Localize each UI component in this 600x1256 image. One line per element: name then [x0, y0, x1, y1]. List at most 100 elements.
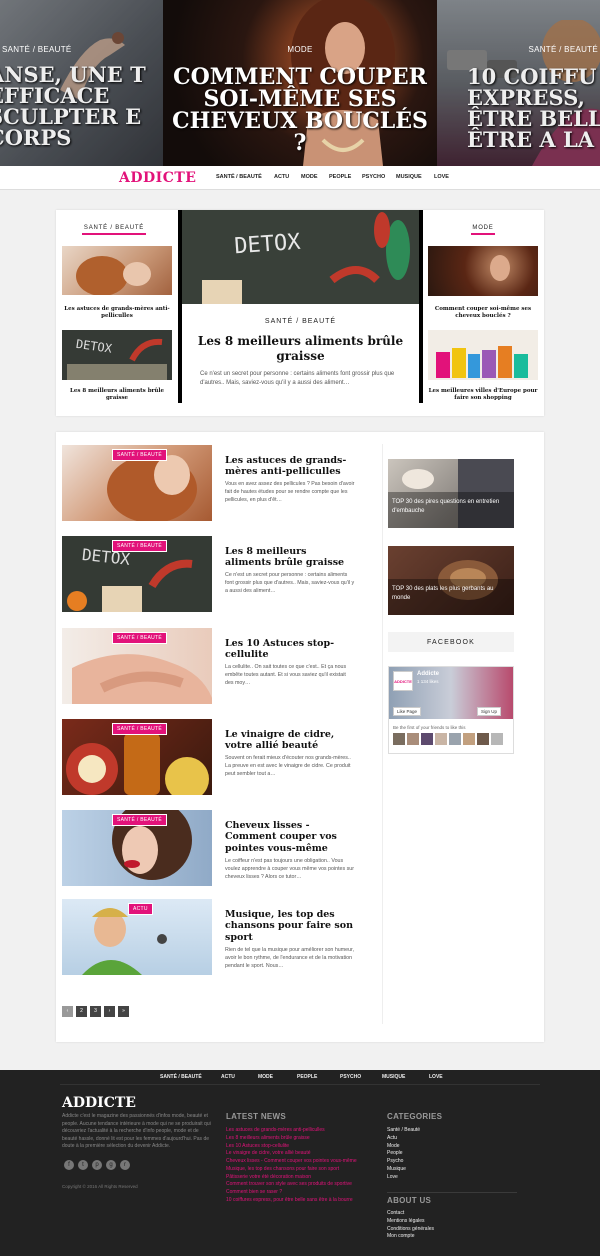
footer-nav-love[interactable]: LOVE [429, 1074, 443, 1080]
featured-main-category: SANTÉ / BEAUTÉ [264, 318, 337, 325]
latest-news-link[interactable]: Les 10 Astuces stop-cellulite [226, 1143, 366, 1151]
hero-slide-center[interactable]: MODE COMMENT COUPER SOI-MÊME SES CHEVEUX… [163, 0, 437, 166]
nav-item-people[interactable]: PEOPLE [329, 174, 351, 180]
pagination-last[interactable]: » [118, 1006, 129, 1017]
category-badge[interactable]: SANTÉ / BEAUTÉ [112, 632, 168, 644]
pagination-next[interactable]: › [104, 1006, 115, 1017]
pagination-page-2[interactable]: 2 [76, 1006, 87, 1017]
post-excerpt: Rien de tel que la musique pour améliore… [225, 947, 354, 969]
latest-news-link[interactable]: Le vinaigre de cidre, votre allié beauté [226, 1150, 366, 1158]
twitter-icon[interactable]: t [78, 1160, 88, 1170]
category-link[interactable]: Psycho [387, 1158, 420, 1166]
rss-icon[interactable]: r [120, 1160, 130, 1170]
featured-right-caption-2[interactable]: Les meilleures villes d'Europe pour fair… [428, 388, 538, 402]
category-badge[interactable]: SANTÉ / BEAUTÉ [112, 540, 168, 552]
sidebar-post-title[interactable]: TOP 30 des pires questions en entretien … [388, 492, 514, 528]
post-title[interactable]: Cheveux lisses - Comment couper vos poin… [225, 820, 355, 854]
hero-left-title[interactable]: ANSE, UNE T EFFICACE SCULPTER E CORPS [0, 64, 163, 148]
list-item[interactable]: SANTÉ / BEAUTÉ Le vinaigre de cidre, vot… [62, 719, 380, 795]
list-item[interactable]: DETOX SANTÉ / BEAUTÉ Les 8 meilleurs ali… [62, 536, 380, 612]
latest-news-link[interactable]: 10 coiffures express, pour être belle sa… [226, 1197, 366, 1205]
footer-nav-people[interactable]: PEOPLE [297, 1074, 317, 1080]
latest-news-link[interactable]: Comment bien se raser ? [226, 1189, 366, 1197]
category-badge[interactable]: SANTÉ / BEAUTÉ [112, 814, 168, 826]
nav-item-mode[interactable]: MODE [301, 174, 318, 180]
featured-right-caption-1[interactable]: Comment couper soi-même ses cheveux bouc… [428, 306, 538, 320]
footer-logo[interactable]: ADDICTE [62, 1095, 136, 1111]
category-badge[interactable]: SANTÉ / BEAUTÉ [112, 449, 168, 461]
sidebar-post-1[interactable]: TOP 30 des pires questions en entretien … [388, 459, 514, 528]
latest-news-link[interactable]: Musique, les top des chansons pour faire… [226, 1166, 366, 1174]
hero-right-title[interactable]: 10 COIFFU EXPRESS, ÊTRE BELL ÊTRE A LA B [467, 66, 600, 150]
facebook-signup-button[interactable]: Sign Up [477, 707, 502, 716]
latest-news-link[interactable]: Comment trouver son style avec ses produ… [226, 1181, 366, 1189]
list-item[interactable]: SANTÉ / BEAUTÉ Cheveux lisses - Comment … [62, 810, 380, 886]
category-link[interactable]: Love [387, 1174, 420, 1182]
google-plus-icon[interactable]: g [106, 1160, 116, 1170]
footer-nav-psycho[interactable]: PSYCHO [340, 1074, 361, 1080]
footer-nav-actu[interactable]: ACTU [221, 1074, 235, 1080]
featured-main-title[interactable]: Les 8 meilleurs aliments brûle graisse [192, 334, 409, 364]
hero-slide-right[interactable]: SANTÉ / BEAUTÉ 10 COIFFU EXPRESS, ÊTRE B… [437, 0, 600, 166]
category-link[interactable]: Actu [387, 1135, 420, 1143]
featured-right-thumb-1[interactable] [428, 246, 538, 296]
latest-news-link[interactable]: Pâtisserie votre été décoration maison [226, 1174, 366, 1182]
pagination-page-3[interactable]: 3 [90, 1006, 101, 1017]
about-link[interactable]: Conditions générales [387, 1226, 434, 1234]
list-item[interactable]: ACTU Musique, les top des chansons pour … [62, 899, 380, 975]
facebook-like-button[interactable]: Like Page [393, 707, 422, 716]
list-item[interactable]: SANTÉ / BEAUTÉ Les astuces de grands-mèr… [62, 445, 380, 521]
post-image-6: ACTU [62, 899, 212, 975]
list-item[interactable]: SANTÉ / BEAUTÉ Les 10 Astuces stop-cellu… [62, 628, 380, 704]
sidebar-post-title[interactable]: TOP 30 des plats les plus gerbants au mo… [388, 579, 514, 615]
nav-item-sante-beaute[interactable]: SANTÉ / BEAUTÉ [216, 174, 262, 180]
footer-nav-sante-beaute[interactable]: SANTÉ / BEAUTÉ [160, 1074, 202, 1080]
post-image-5: SANTÉ / BEAUTÉ [62, 810, 212, 886]
nav-item-psycho[interactable]: PSYCHO [362, 174, 385, 180]
hero-center-title[interactable]: COMMENT COUPER SOI-MÊME SES CHEVEUX BOUC… [163, 66, 437, 154]
category-link[interactable]: Mode [387, 1143, 420, 1151]
featured-left-caption-2[interactable]: Les 8 meilleurs aliments brûle graisse [62, 388, 172, 402]
post-title[interactable]: Les 10 Astuces stop-cellulite [225, 638, 355, 661]
nav-item-actu[interactable]: ACTU [274, 174, 289, 180]
post-title[interactable]: Le vinaigre de cidre, votre allié beauté [225, 729, 355, 752]
post-title[interactable]: Les astuces de grands-mères anti-pellicu… [225, 455, 355, 478]
featured-left-thumb-1[interactable] [62, 246, 172, 295]
footer-nav-musique[interactable]: MUSIQUE [382, 1074, 405, 1080]
about-link[interactable]: Contact [387, 1210, 434, 1218]
about-link[interactable]: Mentions légales [387, 1218, 434, 1226]
featured-right-thumb-2[interactable] [428, 330, 538, 380]
footer-nav-mode[interactable]: MODE [258, 1074, 273, 1080]
sidebar-post-2[interactable]: TOP 30 des plats les plus gerbants au mo… [388, 546, 514, 615]
latest-news-link[interactable]: Les astuces de grands-mères anti-pellicu… [226, 1127, 366, 1135]
latest-news-link[interactable]: Cheveux lisses - Comment couper vos poin… [226, 1158, 366, 1166]
featured-left-thumb-2[interactable]: DETOX [62, 330, 172, 380]
pagination-prev[interactable]: ‹ [62, 1006, 73, 1017]
latest-news-link[interactable]: Les 8 meilleurs aliments brûle graisse [226, 1135, 366, 1143]
facebook-icon[interactable]: f [64, 1160, 74, 1170]
about-link[interactable]: Mon compte [387, 1233, 434, 1241]
categories-list: Santé / Beauté Actu Mode People Psycho M… [387, 1127, 420, 1181]
category-link[interactable]: Santé / Beauté [387, 1127, 420, 1135]
post-title[interactable]: Musique, les top des chansons pour faire… [225, 909, 355, 943]
post-image-2: DETOX SANTÉ / BEAUTÉ [62, 536, 212, 612]
hero-slide-left[interactable]: SANTÉ / BEAUTÉ ANSE, UNE T EFFICACE SCUL… [0, 0, 163, 166]
avatar [491, 733, 503, 745]
facebook-page-name[interactable]: Addicte [417, 671, 439, 677]
post-title[interactable]: Les 8 meilleurs aliments brûle graisse [225, 546, 355, 569]
site-logo[interactable]: ADDICTE [119, 170, 196, 186]
about-us-list: Contact Mentions légales Conditions géné… [387, 1210, 434, 1241]
category-link[interactable]: Musique [387, 1166, 420, 1174]
featured-main[interactable]: DETOX SANTÉ / BEAUTÉ Les 8 meilleurs ali… [178, 210, 423, 403]
hero-slider: SANTÉ / BEAUTÉ ANSE, UNE T EFFICACE SCUL… [0, 0, 600, 166]
pinterest-icon[interactable]: p [92, 1160, 102, 1170]
category-link[interactable]: People [387, 1150, 420, 1158]
nav-item-love[interactable]: LOVE [434, 174, 449, 180]
category-badge[interactable]: SANTÉ / BEAUTÉ [112, 723, 168, 735]
category-badge[interactable]: ACTU [128, 903, 153, 915]
featured-left-caption-1[interactable]: Les astuces de grands-mères anti-pellicu… [62, 306, 172, 320]
facebook-likes: 1 134 likes [417, 679, 439, 684]
latest-news-list: Les astuces de grands-mères anti-pellicu… [226, 1127, 366, 1205]
footer-about-text: Addicte c'est le magazine des passionnés… [62, 1113, 211, 1149]
nav-item-musique[interactable]: MUSIQUE [396, 174, 422, 180]
